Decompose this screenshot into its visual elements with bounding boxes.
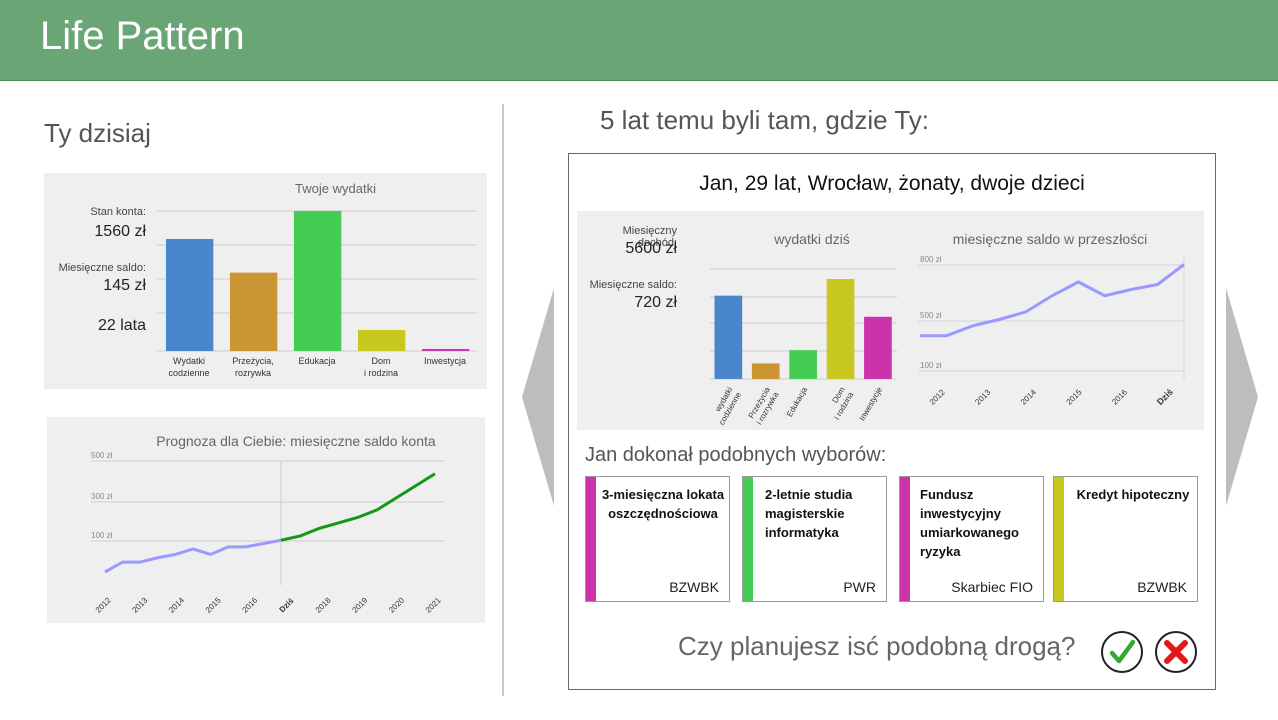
y-tick-label: 100 zł [91, 531, 113, 540]
left-section-title: Ty dzisiaj [44, 118, 151, 148]
x-tick-label: 2016 [240, 595, 259, 614]
category-label: Wydatki codzienne [168, 356, 209, 378]
card-color-stripe [586, 477, 596, 601]
past-saldo-line-chart: 800 zł 500 zł 100 zł 2012 2013 2014 2015 2016 Dz… [918, 255, 1185, 407]
card-title: 3-miesięczna lokata oszczędnościowa [601, 487, 725, 521]
category-label: Przeżycia, rozrywka [232, 356, 274, 378]
card-title: Fundusz inwestycyjny umiarkowanego ryzyk… [920, 487, 1019, 559]
x-tick-label: 2012 [928, 387, 947, 406]
x-tick-label: Dziś [278, 596, 296, 614]
x-tick-label: 2013 [973, 387, 992, 406]
bar [229, 272, 278, 351]
right-section-title: 5 lat temu byli tam, gdzie Ty: [600, 105, 929, 135]
y-tick-label: 500 zł [920, 311, 942, 320]
choice-card-deposit[interactable]: 3-miesięczna lokata oszczędnościowa BZWB… [585, 476, 730, 602]
card-org: BZWBK [1137, 579, 1187, 595]
x-tick-label: Dziś [1155, 387, 1175, 407]
person-title: Jan, 29 lat, Wrocław, żonaty, dwoje dzie… [699, 172, 1085, 195]
app-title: Life Pattern [40, 14, 245, 58]
person-charts-panel: Miesięczny dochód: 5600 zł Miesięczne sa… [577, 211, 1204, 430]
next-arrow-button[interactable] [1226, 288, 1258, 506]
forecast-panel: Prognoza dla Ciebie: miesięczne saldo ko… [47, 417, 485, 623]
x-tick-label: 2020 [387, 595, 406, 614]
past-series-line [104, 538, 282, 574]
cross-icon [1164, 640, 1188, 664]
choice-card-mortgage[interactable]: Kredyt hipoteczny BZWBK [1053, 476, 1198, 602]
card-org: Skarbiec FIO [951, 579, 1033, 595]
card-title: 2-letnie studia magisterskie informatyka [765, 487, 853, 540]
card-org: BZWBK [669, 579, 719, 595]
y-tick-label: 300 zł [91, 492, 113, 501]
saldo-series-line [920, 263, 1185, 338]
app-header: Life Pattern [0, 0, 1278, 81]
forecast-series-line [280, 472, 436, 542]
card-org: PWR [843, 579, 876, 595]
y-tick-label: 800 zł [920, 255, 942, 264]
decision-question: Czy planujesz isć podobną drogą? [678, 631, 1076, 661]
y-tick-label: 500 zł [91, 451, 113, 460]
expenses-panel: Twoje wydatki Stan konta: 1560 zł Miesię… [44, 173, 487, 389]
x-tick-label: 2015 [204, 595, 223, 614]
x-tick-label: 2018 [314, 595, 333, 614]
reject-button[interactable] [1155, 631, 1197, 673]
x-tick-label: 2013 [130, 595, 149, 614]
accept-button[interactable] [1101, 631, 1143, 673]
category-label: Inwestycja [424, 356, 466, 366]
bar [357, 330, 406, 351]
x-tick-label: 2015 [1065, 387, 1084, 406]
bar [165, 239, 214, 351]
x-tick-label: 2019 [350, 595, 369, 614]
check-icon [1109, 639, 1136, 664]
category-label: Edukacja [298, 356, 335, 366]
section-divider [502, 104, 504, 696]
bar [293, 211, 342, 351]
choices-title: Jan dokonał podobnych wyborów: [585, 444, 887, 466]
card-color-stripe [900, 477, 910, 601]
bar [421, 349, 470, 351]
y-tick-label: 100 zł [920, 361, 942, 370]
previous-arrow-button[interactable] [522, 288, 554, 506]
card-title: Kredyt hipoteczny [1076, 487, 1190, 502]
expenses-bar-chart: Wydatki codzienne Przeżycia, rozrywka Edukac… [157, 210, 477, 378]
forecast-line-chart: 500 zł 300 zł 100 zł 2012 2013 2014 2015 2016 Dz… [91, 451, 445, 615]
category-label: Domi rodzina [364, 356, 398, 378]
card-color-stripe [743, 477, 753, 601]
x-tick-label: 2016 [1110, 387, 1129, 406]
choice-card-fund[interactable]: Fundusz inwestycyjny umiarkowanego ryzyk… [899, 476, 1044, 602]
x-tick-label: 2014 [167, 595, 186, 614]
choice-card-studies[interactable]: 2-letnie studia magisterskie informatyka… [742, 476, 887, 602]
x-tick-label: 2021 [424, 595, 443, 614]
x-tick-label: 2014 [1019, 387, 1038, 406]
card-color-stripe [1054, 477, 1064, 601]
x-tick-label: 2012 [94, 595, 113, 614]
